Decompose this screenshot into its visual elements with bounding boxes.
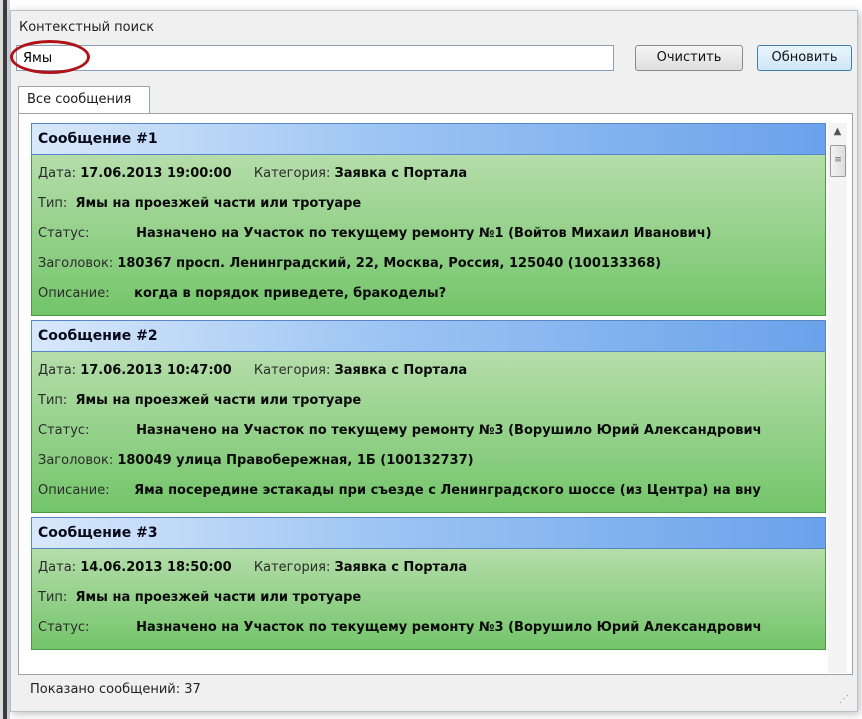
title-label: Заголовок: <box>38 256 114 271</box>
type-label: Тип: <box>38 590 68 605</box>
window-edge <box>0 0 10 719</box>
date-label: Дата: <box>38 560 77 575</box>
description-value: Яма посередине эстакады при съезде с Лен… <box>134 483 761 498</box>
message-header: Сообщение #1 <box>31 123 826 155</box>
type-label: Тип: <box>38 196 68 211</box>
date-value: 14.06.2013 18:50:00 <box>80 560 232 575</box>
message-header: Сообщение #2 <box>31 320 826 352</box>
type-value: Ямы на проезжей части или тротуаре <box>75 196 362 211</box>
message-type-row: Тип: Ямы на проезжей части или тротуаре <box>38 189 825 219</box>
message-status-row: Статус: Назначено на Участок по текущему… <box>38 219 825 249</box>
message-title-row: Заголовок: 180367 просп. Ленинградский, … <box>38 249 825 279</box>
category-value: Заявка с Портала <box>334 166 468 181</box>
message-date-row: Дата: 14.06.2013 18:50:00 Категория: Зая… <box>38 553 825 583</box>
date-label: Дата: <box>38 166 77 181</box>
status-value: Назначено на Участок по текущему ремонту… <box>136 226 712 241</box>
description-value: когда в порядок приведете, бракоделы? <box>134 286 447 301</box>
message-list[interactable]: Сообщение #1 Дата: 17.06.2013 19:00:00 К… <box>31 123 826 673</box>
category-value: Заявка с Портала <box>334 560 468 575</box>
category-label: Категория: <box>253 560 331 575</box>
search-label: Контекстный поиск <box>19 20 155 35</box>
type-value: Ямы на проезжей части или тротуаре <box>75 393 362 408</box>
messages-panel: Сообщение #1 Дата: 17.06.2013 19:00:00 К… <box>18 113 853 675</box>
message-item[interactable]: Сообщение #1 Дата: 17.06.2013 19:00:00 К… <box>31 123 826 316</box>
refresh-button[interactable]: Обновить <box>757 45 852 71</box>
type-label: Тип: <box>38 393 68 408</box>
message-description-row: Описание: Яма посередине эстакады при съ… <box>38 476 825 506</box>
tab-all-messages[interactable]: Все сообщения <box>18 86 150 114</box>
date-value: 17.06.2013 19:00:00 <box>80 166 232 181</box>
message-item[interactable]: Сообщение #2 Дата: 17.06.2013 10:47:00 К… <box>31 320 826 513</box>
title-label: Заголовок: <box>38 453 114 468</box>
message-status-row: Статус: Назначено на Участок по текущему… <box>38 613 825 643</box>
title-value: 180367 просп. Ленинградский, 22, Москва,… <box>117 256 662 271</box>
status-value: Назначено на Участок по текущему ремонту… <box>136 423 762 438</box>
message-header: Сообщение #3 <box>31 517 826 549</box>
date-label: Дата: <box>38 363 77 378</box>
message-body: Дата: 17.06.2013 10:47:00 Категория: Зая… <box>31 352 826 513</box>
message-item[interactable]: Сообщение #3 Дата: 14.06.2013 18:50:00 К… <box>31 517 826 650</box>
description-label: Описание: <box>38 286 110 301</box>
category-label: Категория: <box>253 166 331 181</box>
status-label: Статус: <box>38 423 90 438</box>
message-date-row: Дата: 17.06.2013 10:47:00 Категория: Зая… <box>38 356 825 386</box>
application-window: Контекстный поиск Очистить Обновить Все … <box>0 0 862 719</box>
type-value: Ямы на проезжей части или тротуаре <box>75 590 362 605</box>
search-input[interactable] <box>16 45 614 71</box>
message-date-row: Дата: 17.06.2013 19:00:00 Категория: Зая… <box>38 159 825 189</box>
category-label: Категория: <box>253 363 331 378</box>
vertical-scrollbar[interactable]: ▲ ≡ <box>828 123 847 673</box>
message-type-row: Тип: Ямы на проезжей части или тротуаре <box>38 583 825 613</box>
status-bar-text: Показано сообщений: 37 <box>30 682 201 697</box>
clear-button[interactable]: Очистить <box>635 45 743 71</box>
message-type-row: Тип: Ямы на проезжей части или тротуаре <box>38 386 825 416</box>
description-label: Описание: <box>38 483 110 498</box>
message-body: Дата: 17.06.2013 19:00:00 Категория: Зая… <box>31 155 826 316</box>
status-value: Назначено на Участок по текущему ремонту… <box>136 620 762 635</box>
message-title-row: Заголовок: 180049 улица Правобережная, 1… <box>38 446 825 476</box>
scroll-up-arrow-icon[interactable]: ▲ <box>828 123 847 141</box>
date-value: 17.06.2013 10:47:00 <box>80 363 232 378</box>
message-status-row: Статус: Назначено на Участок по текущему… <box>38 416 825 446</box>
category-value: Заявка с Портала <box>334 363 468 378</box>
status-label: Статус: <box>38 226 90 241</box>
message-body: Дата: 14.06.2013 18:50:00 Категория: Зая… <box>31 549 826 650</box>
status-label: Статус: <box>38 620 90 635</box>
message-description-row: Описание: когда в порядок приведете, бра… <box>38 279 825 309</box>
scroll-thumb[interactable]: ≡ <box>830 145 846 177</box>
resize-grip-icon[interactable]: ⋰ <box>839 694 849 705</box>
title-value: 180049 улица Правобережная, 1Б (10013273… <box>117 453 474 468</box>
